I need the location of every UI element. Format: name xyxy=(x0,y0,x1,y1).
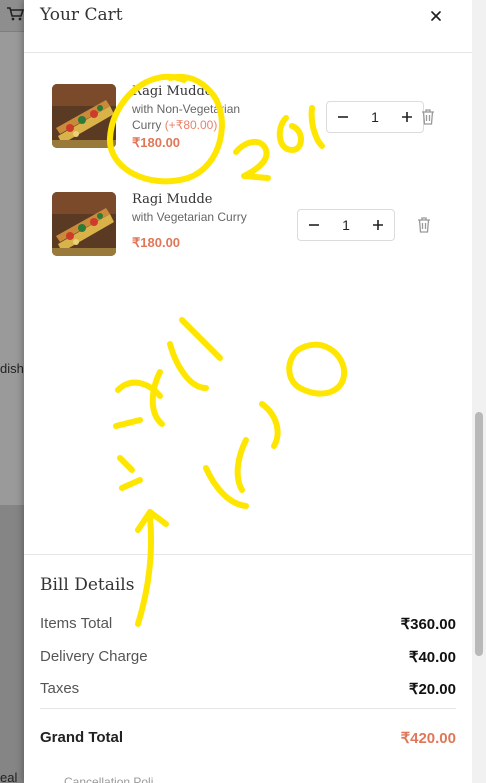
drawer-title: Your Cart xyxy=(40,5,123,25)
item-name: Ragi Mudde xyxy=(132,192,213,207)
item-image xyxy=(52,192,116,256)
cart-icon[interactable] xyxy=(6,6,25,22)
item-image xyxy=(52,84,116,148)
bill-value: ₹40.00 xyxy=(408,649,456,666)
scrollbar[interactable] xyxy=(472,0,486,783)
quantity-value: 1 xyxy=(371,109,379,125)
bill-label: Taxes xyxy=(40,680,80,697)
bill-label: Delivery Charge xyxy=(40,648,148,665)
decrease-button[interactable] xyxy=(327,102,359,132)
bill-value: ₹20.00 xyxy=(408,681,456,698)
cart-drawer: Your Cart Ragi Mudde with Non-Vegetarian… xyxy=(24,0,472,783)
quantity-stepper: 1 xyxy=(326,101,424,133)
plus-icon xyxy=(402,112,412,122)
quantity-value: 1 xyxy=(342,217,350,233)
bill-row-delivery: Delivery Charge ₹40.00 xyxy=(40,648,456,670)
quantity-stepper: 1 xyxy=(297,209,395,241)
bill-row-items-total: Items Total ₹360.00 xyxy=(40,615,456,637)
bill-value: ₹360.00 xyxy=(400,616,456,633)
grand-total-value: ₹420.00 xyxy=(400,730,456,747)
bill-row-grand-total: Grand Total ₹420.00 xyxy=(40,729,456,751)
addon-price: (+₹80.00) xyxy=(164,118,218,132)
trash-icon xyxy=(422,109,434,125)
scrollbar-thumb[interactable] xyxy=(475,412,483,656)
cart-item: Ragi Mudde with Vegetarian Curry ₹180.00… xyxy=(52,192,452,258)
decrease-button[interactable] xyxy=(298,210,330,240)
divider xyxy=(40,708,456,709)
grand-total-label: Grand Total xyxy=(40,729,124,746)
cancellation-policy-link[interactable]: Cancellation Poli xyxy=(64,775,153,783)
cart-item: Ragi Mudde with Non-Vegetarian Curry (+₹… xyxy=(52,84,452,150)
minus-icon xyxy=(338,116,348,118)
plus-icon xyxy=(373,220,383,230)
bill-label: Items Total xyxy=(40,615,113,632)
item-price: ₹180.00 xyxy=(132,235,181,250)
bill-row-taxes: Taxes ₹20.00 xyxy=(40,680,456,702)
close-button[interactable] xyxy=(426,6,446,26)
item-variant: with Vegetarian Curry xyxy=(132,209,262,225)
remove-item-button[interactable] xyxy=(420,108,436,126)
increase-button[interactable] xyxy=(362,210,394,240)
minus-icon xyxy=(309,224,319,226)
trash-icon xyxy=(418,217,430,233)
item-price: ₹180.00 xyxy=(132,135,181,150)
item-name: Ragi Mudde xyxy=(132,84,213,99)
bill-title: Bill Details xyxy=(40,575,135,595)
bill-details: Bill Details Items Total ₹360.00 Deliver… xyxy=(24,554,472,783)
close-icon xyxy=(431,11,441,21)
increase-button[interactable] xyxy=(391,102,423,132)
background-text: eal xyxy=(0,770,18,783)
drawer-header: Your Cart xyxy=(24,0,472,53)
item-variant: with Non-Vegetarian Curry (+₹80.00) xyxy=(132,101,262,133)
variant-text: with Vegetarian Curry xyxy=(132,210,247,224)
remove-item-button[interactable] xyxy=(416,216,432,234)
background-text: dish xyxy=(0,361,24,376)
